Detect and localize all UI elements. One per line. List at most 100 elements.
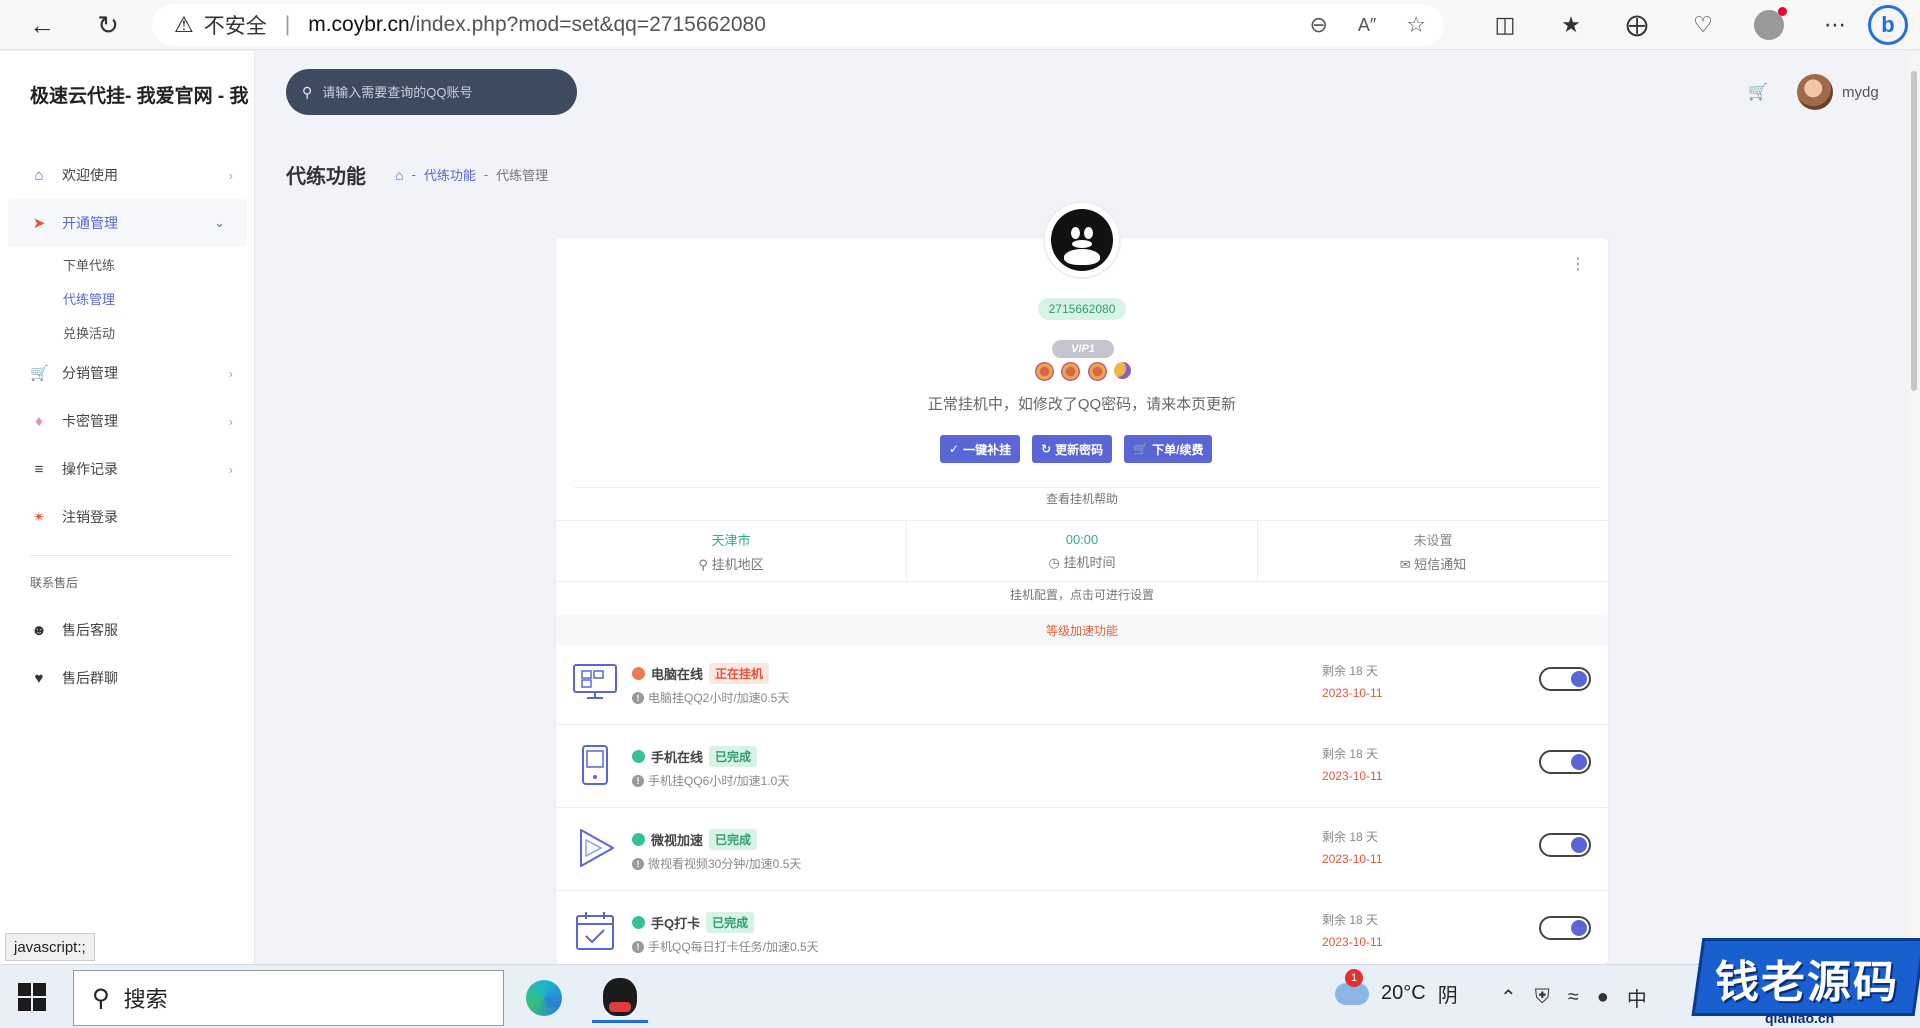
submenu-item-redeem[interactable]: 兑换活动 bbox=[0, 315, 255, 349]
split-screen-icon[interactable]: ◫ bbox=[1472, 0, 1538, 50]
remaining-days: 剩余 18 天 bbox=[1322, 913, 1379, 927]
qq-penguin-icon bbox=[1051, 209, 1113, 271]
address-bar[interactable]: ⚠ 不安全 | m.coybr.cn/index.php?mod=set&qq=… bbox=[152, 4, 1444, 46]
sidebar-item-cards[interactable]: ♦ 卡密管理 › bbox=[0, 397, 255, 445]
expire-date: 2023-10-11 bbox=[1322, 769, 1383, 783]
windows-taskbar: ⚲ 搜索 1 20°C 阴 ⌃ ⛨ ≈ ● 中 bbox=[0, 964, 1920, 1028]
collections-icon[interactable]: ⨁ bbox=[1604, 0, 1670, 50]
status-dot bbox=[632, 916, 645, 929]
more-vertical-icon[interactable]: ⋮ bbox=[1570, 254, 1586, 274]
shield-icon[interactable]: ⛨ bbox=[1535, 986, 1550, 1009]
one-click-rehost-button[interactable]: ✓ 一键补挂 bbox=[940, 435, 1021, 463]
feature-row: 电脑在线 正在挂机 ! 电脑挂QQ2小时/加速0.5天 剩余 18 天 2023-1… bbox=[556, 642, 1608, 725]
brand-title[interactable]: 极速云代挂- 我爱官网 - 我 bbox=[30, 81, 255, 108]
page-scrollbar[interactable] bbox=[1908, 51, 1920, 964]
read-aloud-icon[interactable]: A″ bbox=[1358, 15, 1376, 36]
info-icon: ! bbox=[632, 857, 644, 870]
remaining-days: 剩余 18 天 bbox=[1322, 830, 1379, 844]
moon-level-icon bbox=[1113, 362, 1131, 379]
stat-region[interactable]: 天津市 ⚲ 挂机地区 bbox=[556, 521, 907, 581]
action-buttons: ✓ 一键补挂 ↻ 更新密码 🛒 下单/续费 bbox=[940, 435, 1213, 463]
config-hint[interactable]: 挂机配置，点击可进行设置 bbox=[556, 586, 1608, 603]
qq-number-badge: 2715662080 bbox=[1038, 298, 1126, 320]
phone-icon bbox=[582, 745, 608, 785]
feature-toggle[interactable] bbox=[1539, 916, 1591, 940]
stat-value: 00:00 bbox=[1065, 531, 1099, 547]
hosting-help-link[interactable]: 查看挂机帮助 bbox=[556, 490, 1608, 507]
feature-toggle[interactable] bbox=[1539, 667, 1591, 691]
zoom-out-icon[interactable]: ⊖ bbox=[1309, 12, 1327, 38]
back-button[interactable]: ← bbox=[20, 5, 64, 45]
taskbar-search-label: 搜索 bbox=[123, 987, 168, 1012]
bing-chat-icon[interactable]: b bbox=[1868, 5, 1908, 45]
stat-value: 天津市 bbox=[711, 532, 751, 548]
sun-level-icon bbox=[1087, 362, 1107, 381]
status-dot bbox=[632, 833, 645, 846]
stat-time[interactable]: 00:00 ◷ 挂机时间 bbox=[907, 521, 1258, 581]
more-menu-icon[interactable]: ⋯ bbox=[1802, 0, 1868, 50]
chevron-down-icon: ⌄ bbox=[214, 215, 225, 230]
qq-tray-icon[interactable]: ● bbox=[1597, 986, 1609, 1009]
sidebar-item-support[interactable]: ☻ 售后客服 bbox=[0, 606, 255, 654]
remaining-days: 剩余 18 天 bbox=[1322, 664, 1379, 678]
smile-icon: ☻ bbox=[31, 621, 47, 639]
sidebar-item-group-chat[interactable]: ♥ 售后群聊 bbox=[0, 654, 255, 702]
divider bbox=[574, 487, 1600, 488]
favorites-icon[interactable]: ★ bbox=[1538, 0, 1604, 50]
calendar-icon bbox=[576, 912, 614, 950]
refresh-button[interactable]: ↻ bbox=[86, 5, 130, 45]
watermark-text: 钱老源码 bbox=[1715, 957, 1899, 1008]
page-title: 代练功能 bbox=[286, 166, 366, 188]
expire-date: 2023-10-11 bbox=[1322, 852, 1383, 866]
sidebar-item-records[interactable]: ≡ 操作记录 › bbox=[0, 445, 255, 493]
url-path: /index.php?mod=set&qq=2715662080 bbox=[409, 13, 766, 36]
submenu-item-order[interactable]: 下单代练 bbox=[0, 247, 255, 281]
windows-start-icon[interactable] bbox=[18, 983, 46, 1011]
search-icon: ⚲ bbox=[302, 83, 313, 100]
ime-indicator[interactable]: 中 bbox=[1627, 983, 1647, 1012]
home-icon[interactable]: ⌂ bbox=[395, 167, 403, 183]
cart-icon[interactable]: 🛒 bbox=[1748, 82, 1768, 102]
sun-level-icon bbox=[1061, 362, 1081, 381]
qq-taskbar-icon[interactable] bbox=[592, 973, 648, 1023]
wifi-icon[interactable]: ≈ bbox=[1568, 986, 1579, 1009]
breadcrumb-separator: - bbox=[411, 167, 416, 182]
sidebar-item-activation[interactable]: ➤ 开通管理 ⌄ bbox=[8, 199, 247, 247]
update-password-button[interactable]: ↻ 更新密码 bbox=[1032, 435, 1113, 463]
breadcrumb-link[interactable]: 代练功能 bbox=[424, 165, 476, 184]
sidebar: 极速云代挂- 我爱官网 - 我 ⌂ 欢迎使用 › ➤ 开通管理 ⌄ 下单代练 代… bbox=[0, 51, 255, 964]
link-status-tooltip: javascript:; bbox=[5, 933, 95, 961]
sidebar-item-logout[interactable]: ✴ 注销登录 bbox=[0, 493, 255, 541]
sidebar-item-label: 分销管理 bbox=[62, 365, 118, 381]
profile-avatar[interactable] bbox=[1736, 0, 1802, 50]
remaining-days: 剩余 18 天 bbox=[1322, 747, 1379, 761]
stat-label: 短信通知 bbox=[1414, 556, 1467, 572]
sidebar-item-label: 售后客服 bbox=[62, 622, 118, 638]
weather-widget[interactable]: 1 20°C 阴 bbox=[1335, 968, 1458, 1008]
sidebar-item-distribution[interactable]: 🛒 分销管理 › bbox=[0, 349, 255, 397]
sidebar-section-title: 联系售后 bbox=[30, 575, 79, 590]
feature-toggle[interactable] bbox=[1539, 833, 1591, 857]
favorite-star-icon[interactable]: ☆ bbox=[1406, 12, 1426, 38]
vip-badge: VIP1 bbox=[1052, 340, 1114, 358]
sidebar-item-label: 售后群聊 bbox=[62, 670, 118, 686]
breadcrumb-current: 代练管理 bbox=[496, 168, 549, 183]
taskbar-search[interactable]: ⚲ 搜索 bbox=[73, 970, 504, 1026]
feature-name: 微视加速 bbox=[651, 833, 704, 848]
sidebar-item-welcome[interactable]: ⌂ 欢迎使用 › bbox=[0, 151, 255, 199]
chevron-up-icon[interactable]: ⌃ bbox=[1500, 985, 1517, 1010]
info-icon: ! bbox=[632, 940, 644, 953]
feature-toggle[interactable] bbox=[1539, 750, 1591, 774]
stat-sms[interactable]: 未设置 ✉ 短信通知 bbox=[1258, 521, 1608, 581]
submenu-item-manage[interactable]: 代练管理 bbox=[0, 281, 255, 315]
user-avatar[interactable] bbox=[1797, 74, 1833, 110]
username[interactable]: mydg bbox=[1842, 84, 1879, 101]
watermark-logo: 钱老源码 qianlao.cn bbox=[1691, 938, 1920, 1028]
order-renew-button[interactable]: 🛒 下单/续费 bbox=[1124, 435, 1213, 463]
list-icon: ≡ bbox=[34, 460, 44, 478]
feature-desc: 手机QQ每日打卡任务/加速0.5天 bbox=[648, 940, 819, 954]
qq-search-input[interactable] bbox=[322, 84, 553, 100]
expire-date: 2023-10-11 bbox=[1322, 935, 1383, 949]
browser-essentials-icon[interactable]: ♡ bbox=[1670, 0, 1736, 50]
edge-taskbar-icon[interactable] bbox=[516, 973, 572, 1023]
